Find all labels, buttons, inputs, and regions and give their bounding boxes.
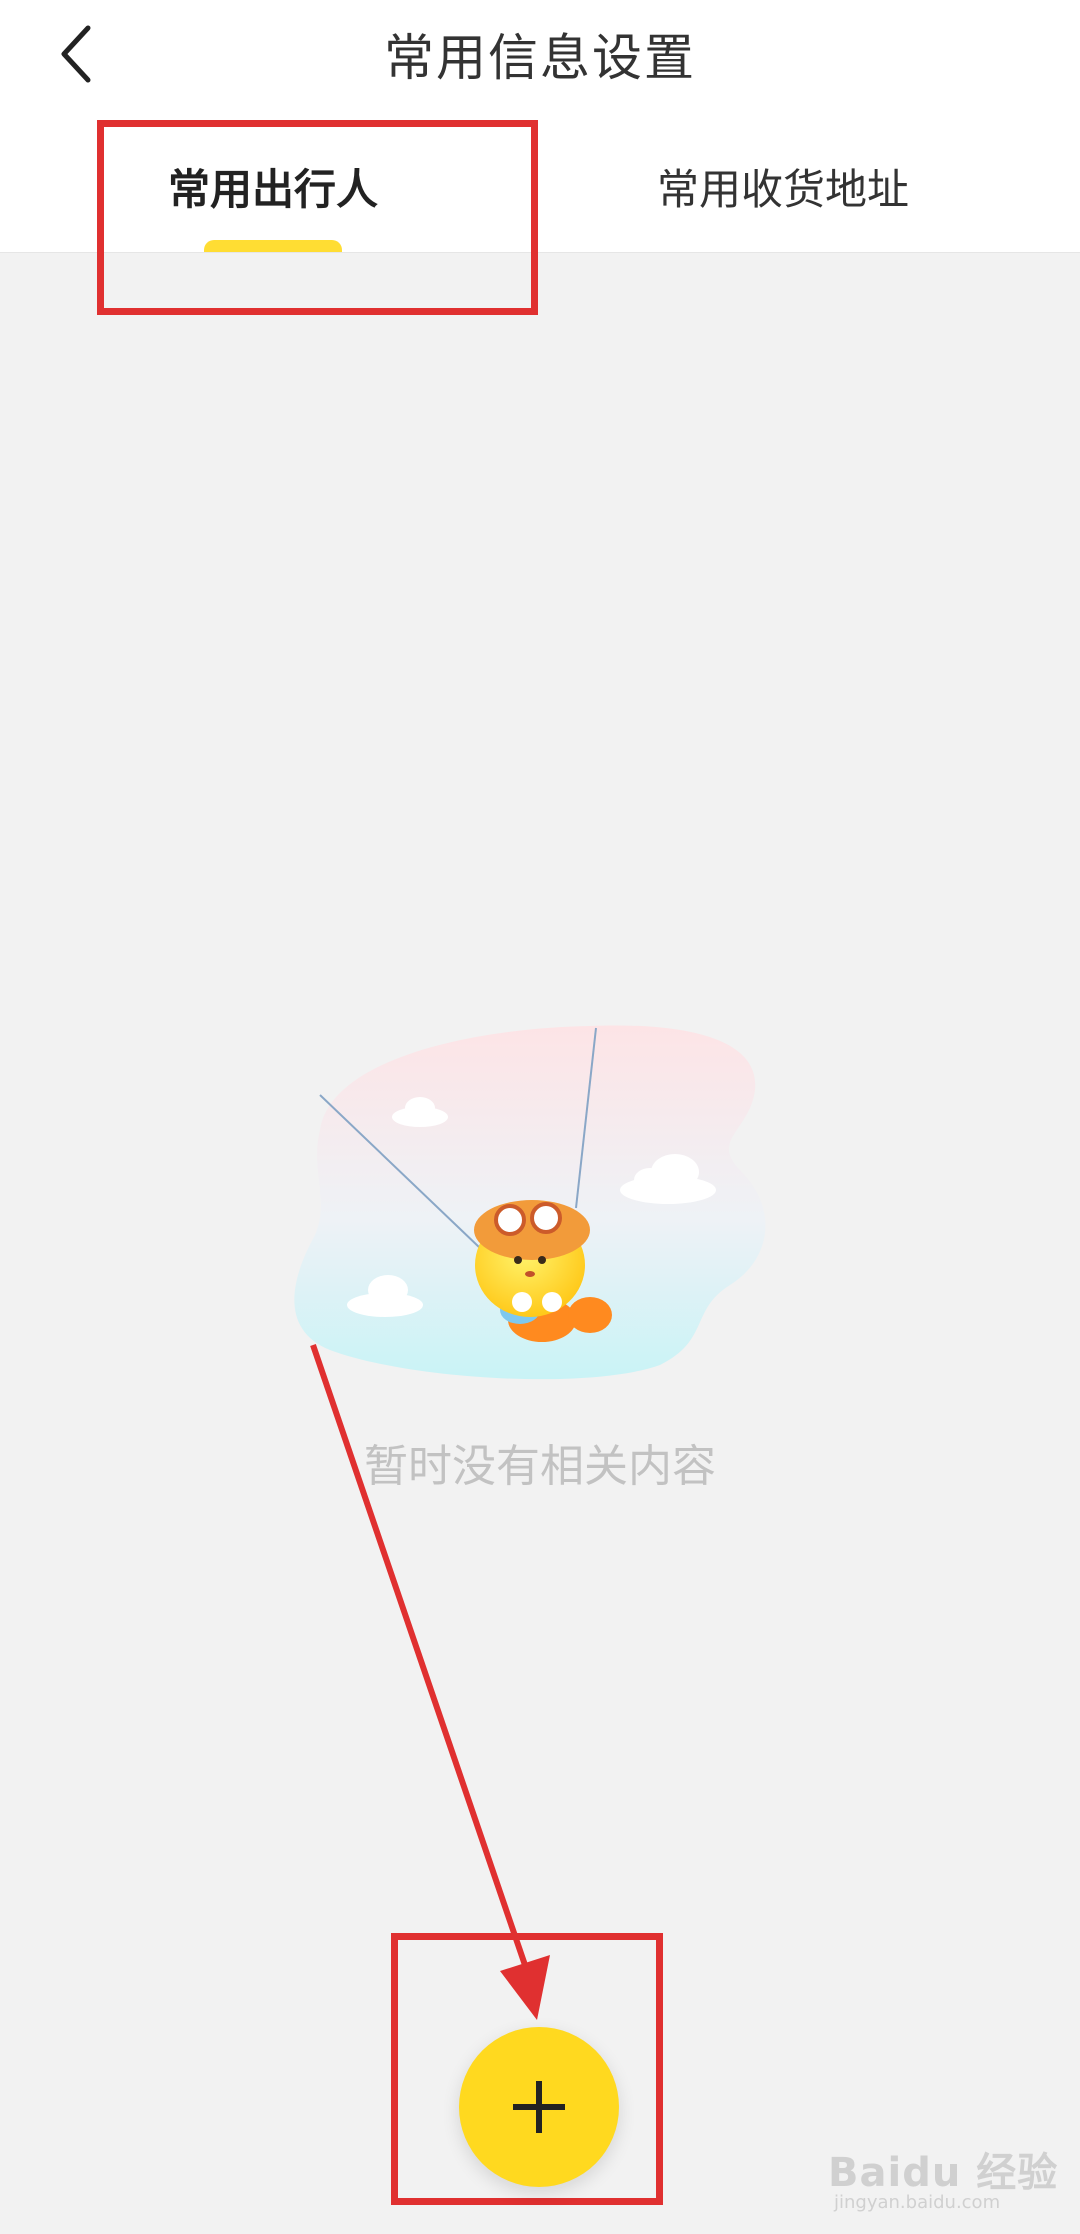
empty-state-illustration: [290, 1020, 800, 1390]
watermark-logo: Baidu 经验: [828, 2150, 1059, 2196]
empty-state-message: 暂时没有相关内容: [364, 1441, 716, 1492]
add-traveler-button[interactable]: [459, 2027, 619, 2187]
annotation-highlight-tab: [97, 120, 538, 315]
watermark-url: jingyan.baidu.com: [834, 2192, 1001, 2213]
page-title: 常用信息设置: [384, 29, 696, 87]
page: 常用信息设置 常用出行人 常用收货地址 暂时没有相关内容 Baidu 经验 ji…: [0, 0, 1080, 2234]
tab-frequent-addresses[interactable]: 常用收货地址: [657, 156, 909, 236]
watermark: Baidu 经验 jingyan.baidu.com: [828, 2140, 1068, 2230]
